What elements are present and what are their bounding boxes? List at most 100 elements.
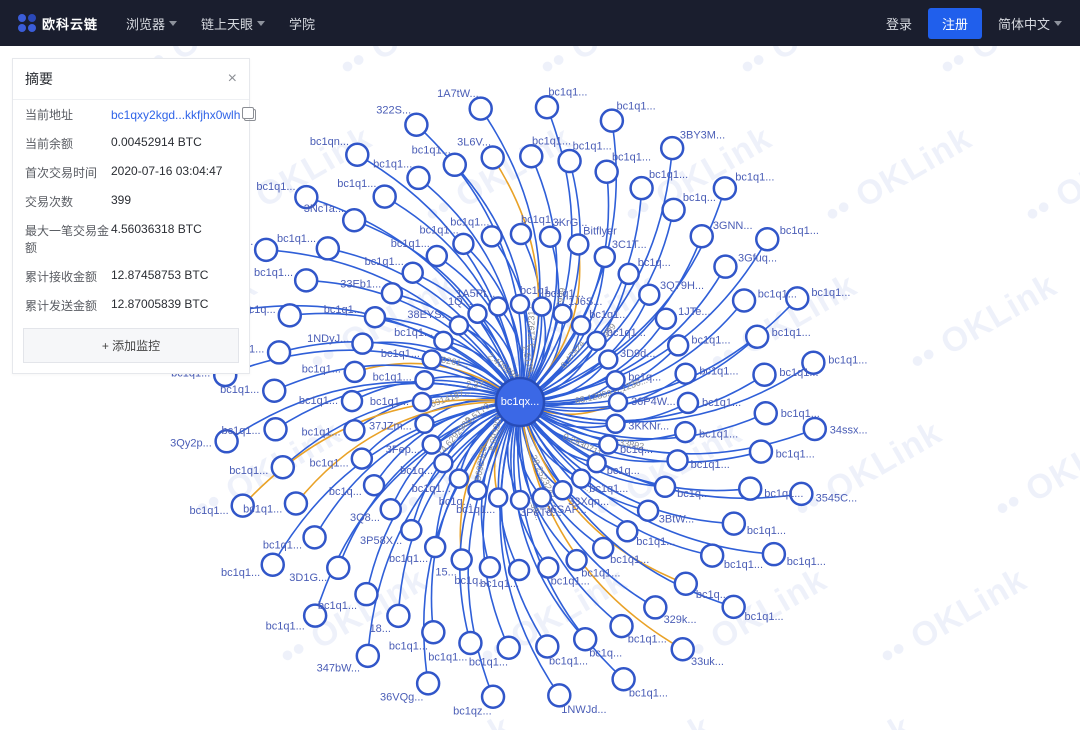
graph-node[interactable] bbox=[548, 684, 570, 706]
graph-node[interactable] bbox=[639, 285, 659, 305]
graph-node[interactable] bbox=[572, 470, 590, 488]
graph-node[interactable] bbox=[559, 150, 581, 172]
graph-node[interactable] bbox=[804, 418, 826, 440]
graph-node[interactable] bbox=[459, 632, 481, 654]
graph-node[interactable] bbox=[482, 147, 504, 169]
address-link[interactable]: bc1qxy2kgd...kkfjhx0wlh bbox=[111, 106, 256, 123]
graph-node[interactable] bbox=[509, 560, 529, 580]
graph-node[interactable] bbox=[520, 145, 542, 167]
graph-node[interactable] bbox=[423, 350, 441, 368]
copy-icon[interactable] bbox=[244, 109, 256, 121]
graph-node[interactable] bbox=[352, 334, 372, 354]
graph-node[interactable] bbox=[317, 237, 339, 259]
graph-node[interactable] bbox=[482, 226, 502, 246]
nav-browser[interactable]: 浏览器 bbox=[126, 14, 177, 33]
graph-node[interactable] bbox=[533, 297, 551, 315]
graph-node[interactable] bbox=[285, 493, 307, 515]
graph-node[interactable] bbox=[262, 554, 284, 576]
graph-node[interactable] bbox=[423, 436, 441, 454]
graph-node[interactable] bbox=[444, 154, 466, 176]
graph-node[interactable] bbox=[364, 475, 384, 495]
graph-node[interactable] bbox=[540, 227, 560, 247]
graph-node[interactable] bbox=[746, 326, 768, 348]
graph-node[interactable] bbox=[691, 225, 713, 247]
graph-node[interactable] bbox=[453, 234, 473, 254]
graph-node[interactable] bbox=[511, 224, 531, 244]
graph-node[interactable] bbox=[656, 309, 676, 329]
graph-node[interactable] bbox=[304, 526, 326, 548]
graph-node[interactable] bbox=[272, 456, 294, 478]
graph-node[interactable] bbox=[675, 422, 695, 442]
graph-node[interactable] bbox=[609, 393, 627, 411]
graph-node[interactable] bbox=[381, 499, 401, 519]
graph-node[interactable] bbox=[753, 364, 775, 386]
close-icon[interactable]: × bbox=[228, 71, 237, 87]
graph-node[interactable] bbox=[599, 350, 617, 368]
graph-node[interactable] bbox=[655, 477, 675, 497]
graph-node[interactable] bbox=[255, 239, 277, 261]
graph-node[interactable] bbox=[638, 501, 658, 521]
graph-node[interactable] bbox=[279, 304, 301, 326]
graph-node[interactable] bbox=[434, 332, 452, 350]
graph-node[interactable] bbox=[723, 513, 745, 535]
graph-node[interactable] bbox=[663, 199, 685, 221]
graph-node[interactable] bbox=[344, 420, 364, 440]
graph-node[interactable] bbox=[382, 283, 402, 303]
graph-node[interactable] bbox=[263, 380, 285, 402]
graph-node[interactable] bbox=[755, 402, 777, 424]
graph-node[interactable] bbox=[676, 364, 696, 384]
graph-node[interactable] bbox=[405, 114, 427, 136]
graph-node[interactable] bbox=[599, 436, 617, 454]
graph-node[interactable] bbox=[572, 316, 590, 334]
graph-node[interactable] bbox=[701, 545, 723, 567]
nav-academy[interactable]: 学院 bbox=[289, 14, 315, 33]
language-select[interactable]: 简体中文 bbox=[998, 14, 1062, 33]
graph-node[interactable] bbox=[413, 393, 431, 411]
graph-node[interactable] bbox=[327, 557, 349, 579]
graph-node[interactable] bbox=[763, 543, 785, 565]
graph-node[interactable] bbox=[678, 393, 698, 413]
graph-node[interactable] bbox=[675, 573, 697, 595]
graph-node[interactable] bbox=[401, 520, 421, 540]
graph-node[interactable] bbox=[617, 521, 637, 541]
graph-node[interactable] bbox=[415, 415, 433, 433]
graph-node[interactable] bbox=[343, 209, 365, 231]
graph-node[interactable] bbox=[756, 228, 778, 250]
graph-node[interactable] bbox=[536, 96, 558, 118]
graph-node[interactable] bbox=[668, 335, 688, 355]
graph-node[interactable] bbox=[346, 144, 368, 166]
graph-node[interactable] bbox=[268, 341, 290, 363]
graph-node[interactable] bbox=[588, 332, 606, 350]
graph-node[interactable] bbox=[357, 645, 379, 667]
graph-center-node[interactable]: bc1qx... bbox=[496, 378, 544, 426]
graph-node[interactable] bbox=[596, 161, 618, 183]
graph-node[interactable] bbox=[489, 297, 507, 315]
register-button[interactable]: 注册 bbox=[928, 8, 982, 39]
graph-node[interactable] bbox=[750, 441, 772, 463]
graph-node[interactable] bbox=[568, 234, 588, 254]
graph-node[interactable] bbox=[265, 418, 287, 440]
add-monitor-button[interactable]: + 添加监控 bbox=[23, 328, 239, 363]
graph-node[interactable] bbox=[714, 256, 736, 278]
graph-node[interactable] bbox=[588, 454, 606, 472]
graph-node[interactable] bbox=[470, 98, 492, 120]
graph-node[interactable] bbox=[450, 316, 468, 334]
graph-node[interactable] bbox=[607, 371, 625, 389]
graph-node[interactable] bbox=[415, 371, 433, 389]
graph-node[interactable] bbox=[403, 263, 423, 283]
graph-node[interactable] bbox=[345, 362, 365, 382]
graph-node[interactable] bbox=[619, 264, 639, 284]
graph-node[interactable] bbox=[434, 454, 452, 472]
graph-node[interactable] bbox=[342, 391, 362, 411]
graph-node[interactable] bbox=[607, 415, 625, 433]
graph-node[interactable] bbox=[450, 470, 468, 488]
graph-node[interactable] bbox=[739, 478, 761, 500]
graph-node[interactable] bbox=[714, 177, 736, 199]
graph-node[interactable] bbox=[482, 686, 504, 708]
graph-node[interactable] bbox=[355, 583, 377, 605]
login-button[interactable]: 登录 bbox=[886, 14, 912, 33]
graph-node[interactable] bbox=[536, 635, 558, 657]
graph-node[interactable] bbox=[374, 186, 396, 208]
graph-node[interactable] bbox=[498, 637, 520, 659]
brand-logo[interactable]: 欧科云链 bbox=[18, 14, 98, 33]
